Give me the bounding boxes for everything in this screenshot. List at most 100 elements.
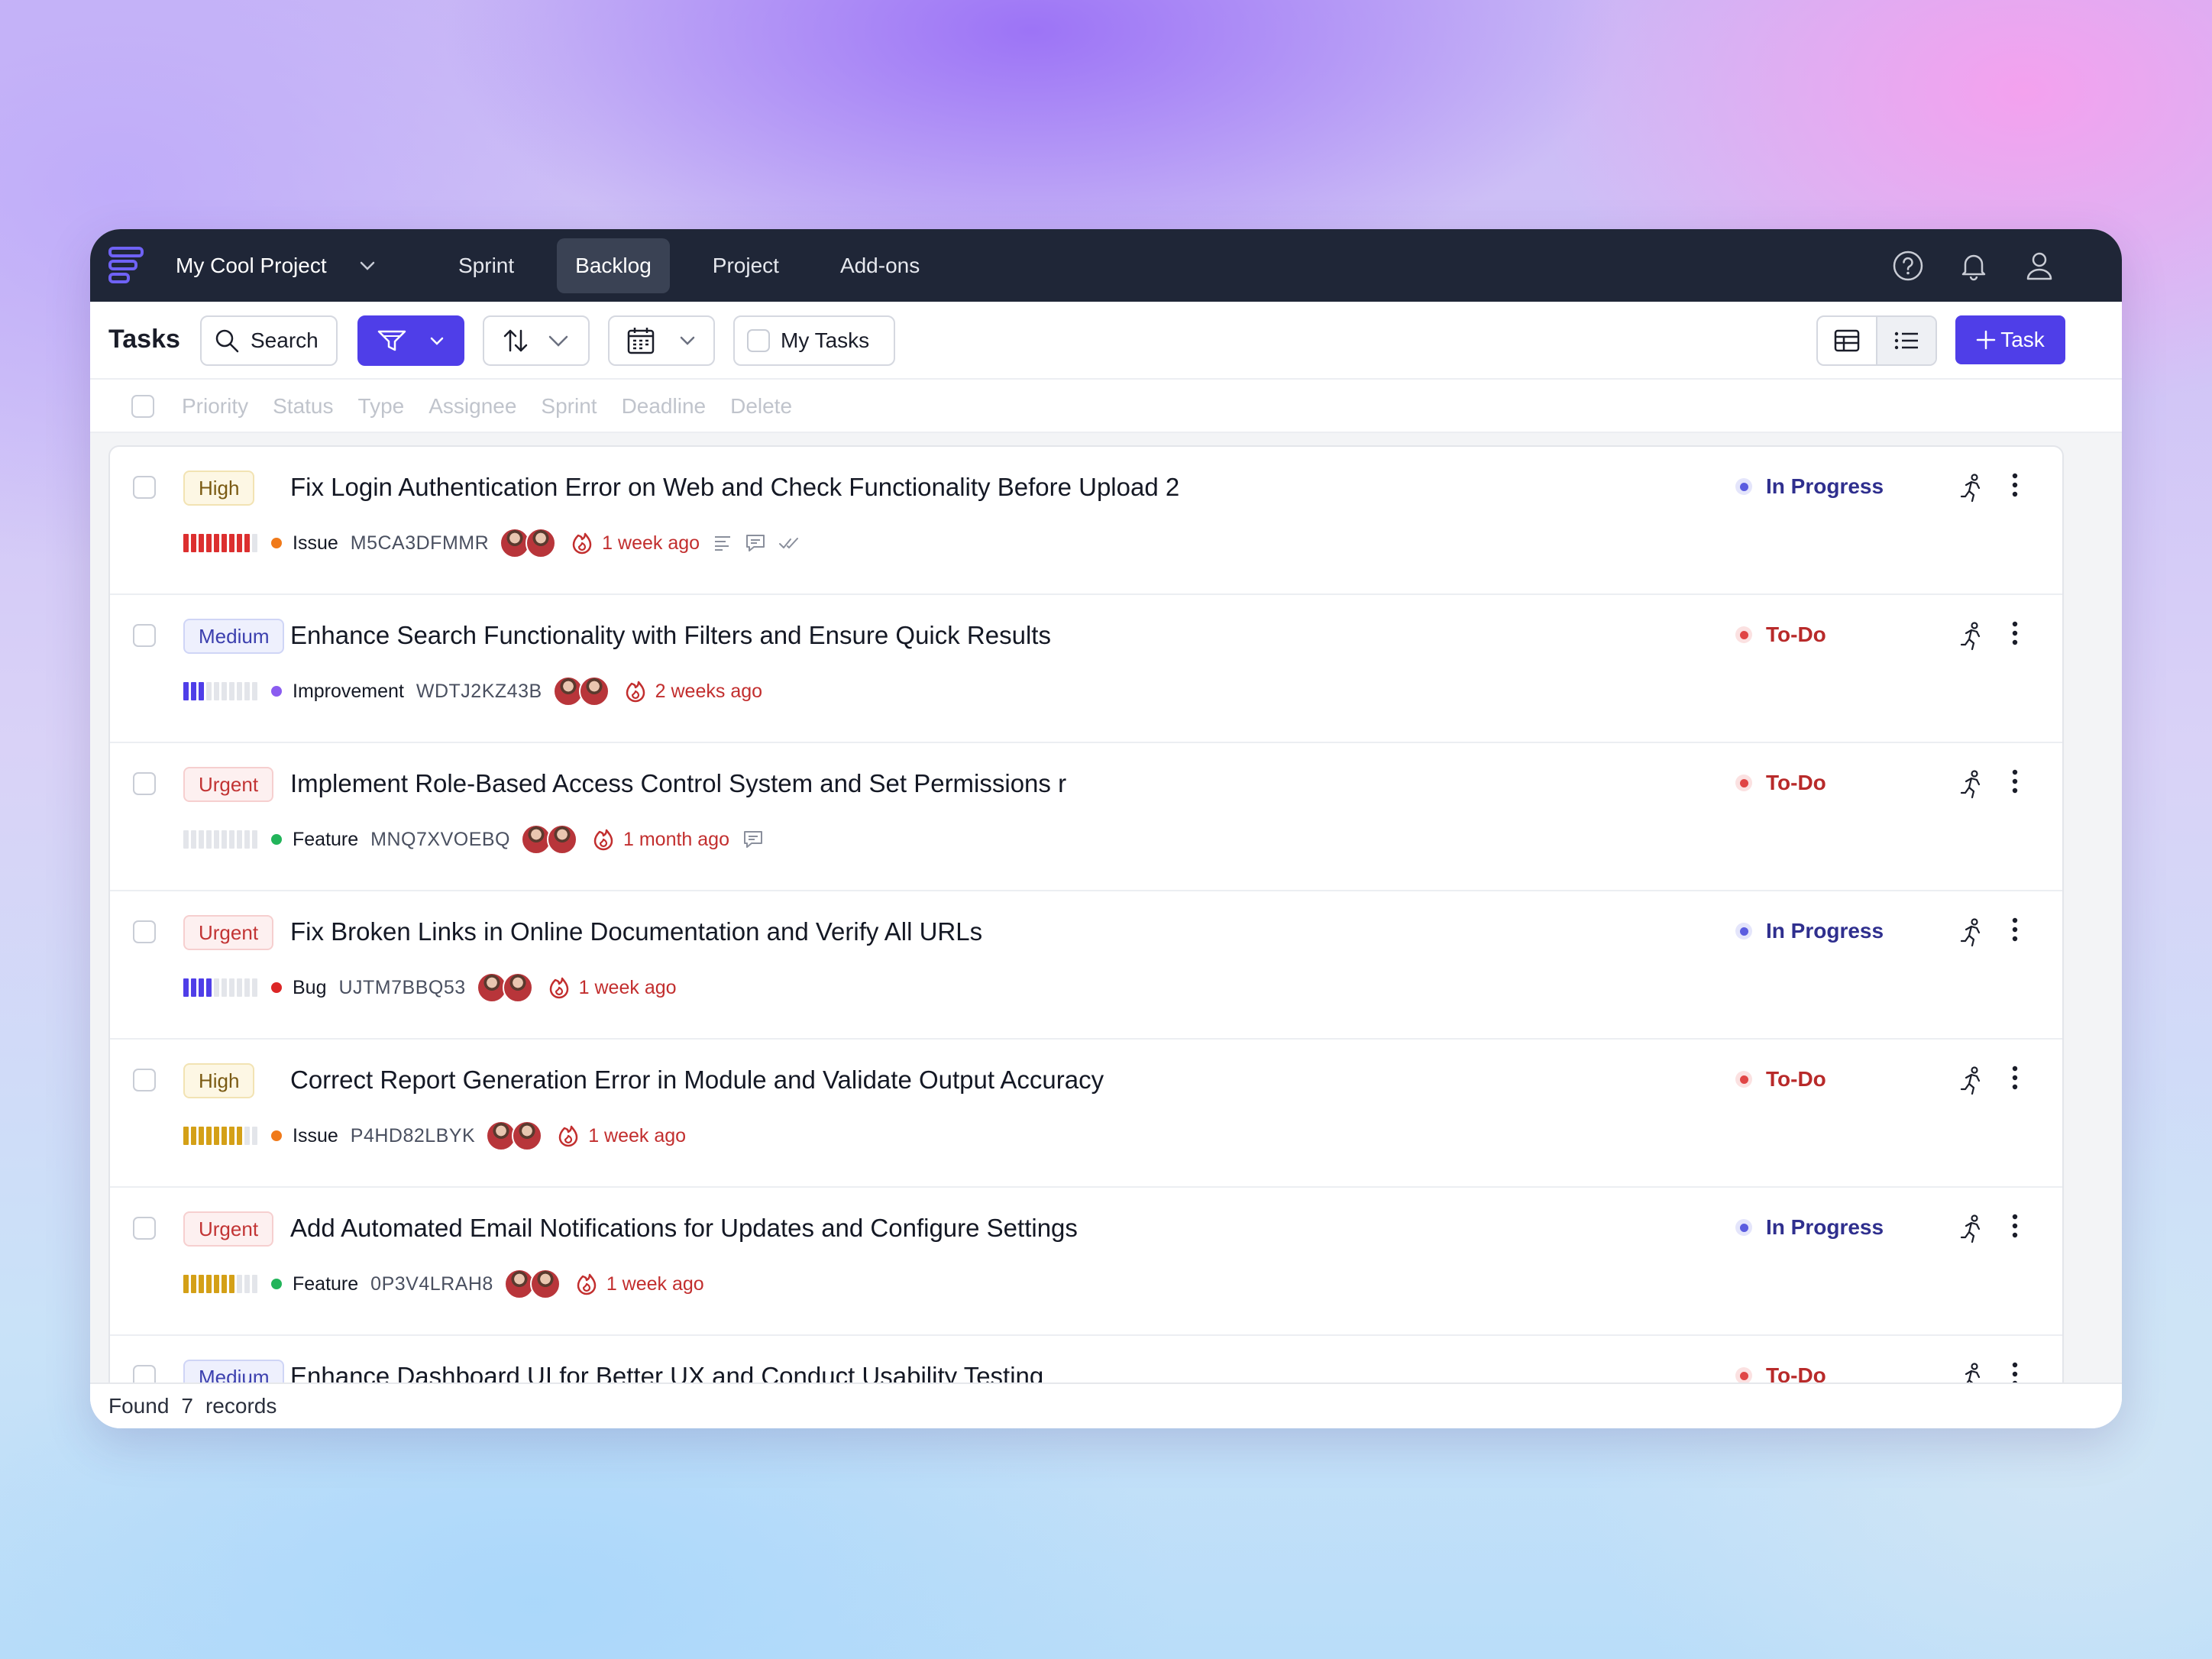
tab-sprint[interactable]: Sprint bbox=[440, 238, 532, 293]
status-badge[interactable]: In Progress bbox=[1735, 1211, 1884, 1244]
task-row[interactable]: Urgent Add Automated Email Notifications… bbox=[110, 1188, 2062, 1336]
bulk-assignee[interactable]: Assignee bbox=[428, 394, 516, 419]
task-row[interactable]: High Fix Login Authentication Error on W… bbox=[110, 447, 2062, 595]
bulk-priority[interactable]: Priority bbox=[182, 394, 248, 419]
select-all-checkbox[interactable] bbox=[131, 395, 154, 418]
running-person-icon[interactable] bbox=[1958, 621, 1986, 652]
more-vertical-icon[interactable] bbox=[2001, 1211, 2029, 1241]
assignee-avatars[interactable] bbox=[476, 971, 536, 1004]
more-vertical-icon[interactable] bbox=[2001, 470, 2029, 500]
status-badge[interactable]: In Progress bbox=[1735, 470, 1884, 503]
priority-badge[interactable]: Medium bbox=[183, 1360, 285, 1382]
status-badge[interactable]: To-Do bbox=[1735, 618, 1826, 652]
task-row[interactable]: High Correct Report Generation Error in … bbox=[110, 1040, 2062, 1188]
task-type: Improvement bbox=[293, 680, 404, 702]
progress-segment bbox=[183, 1275, 189, 1293]
priority-badge[interactable]: Urgent bbox=[183, 1211, 274, 1247]
app-logo-icon[interactable] bbox=[108, 246, 144, 284]
more-vertical-icon[interactable] bbox=[2001, 1062, 2029, 1093]
task-row[interactable]: Urgent Implement Role-Based Access Contr… bbox=[110, 743, 2062, 891]
table-view-button[interactable] bbox=[1818, 317, 1876, 364]
user-icon[interactable] bbox=[2023, 249, 2056, 283]
progress-segment bbox=[237, 1275, 242, 1293]
task-checkbox[interactable] bbox=[133, 1217, 156, 1240]
more-vertical-icon[interactable] bbox=[2001, 1359, 2029, 1382]
task-checkbox[interactable] bbox=[133, 1069, 156, 1091]
my-tasks-checkbox[interactable] bbox=[747, 329, 770, 352]
assignee-avatars[interactable] bbox=[486, 1119, 545, 1153]
add-task-button[interactable]: Task bbox=[1955, 315, 2065, 364]
bulk-deadline[interactable]: Deadline bbox=[622, 394, 707, 419]
task-type: Issue bbox=[293, 532, 338, 554]
filter-button[interactable] bbox=[357, 315, 464, 366]
running-person-icon[interactable] bbox=[1958, 1214, 1986, 1244]
running-person-icon[interactable] bbox=[1958, 917, 1986, 948]
status-badge[interactable]: To-Do bbox=[1735, 766, 1826, 800]
type-dot bbox=[271, 1279, 282, 1289]
list-view-button[interactable] bbox=[1876, 317, 1936, 364]
tab-project[interactable]: Project bbox=[694, 238, 797, 293]
running-person-icon[interactable] bbox=[1958, 1066, 1986, 1096]
priority-badge[interactable]: High bbox=[183, 471, 255, 506]
project-switcher[interactable]: My Cool Project bbox=[176, 229, 377, 302]
priority-badge[interactable]: Urgent bbox=[183, 767, 274, 802]
status-badge[interactable]: To-Do bbox=[1735, 1359, 1826, 1382]
running-person-icon[interactable] bbox=[1958, 1362, 1986, 1382]
task-checkbox[interactable] bbox=[133, 1365, 156, 1382]
my-tasks-toggle[interactable]: My Tasks bbox=[733, 315, 895, 366]
task-title[interactable]: Enhance Search Functionality with Filter… bbox=[290, 621, 1051, 650]
assignee-avatars[interactable] bbox=[552, 674, 613, 708]
tab-backlog[interactable]: Backlog bbox=[557, 238, 670, 293]
progress-bar bbox=[183, 534, 257, 552]
help-icon[interactable] bbox=[1891, 249, 1925, 283]
priority-badge[interactable]: Urgent bbox=[183, 915, 274, 950]
more-vertical-icon[interactable] bbox=[2001, 914, 2029, 945]
avatar bbox=[526, 528, 557, 558]
assignee-avatars[interactable] bbox=[503, 1267, 564, 1301]
priority-badge[interactable]: Medium bbox=[183, 619, 285, 654]
assignee-avatars[interactable] bbox=[521, 823, 580, 856]
status-text: To-Do bbox=[1766, 1067, 1826, 1091]
progress-segment bbox=[214, 682, 219, 700]
progress-segment bbox=[237, 978, 242, 997]
priority-badge[interactable]: High bbox=[183, 1063, 255, 1098]
bell-icon[interactable] bbox=[1957, 249, 1990, 283]
bulk-type[interactable]: Type bbox=[358, 394, 405, 419]
type-dot bbox=[271, 686, 282, 697]
running-person-icon[interactable] bbox=[1958, 473, 1986, 503]
task-row[interactable]: Medium Enhance Dashboard UI for Better U… bbox=[110, 1336, 2062, 1382]
task-checkbox[interactable] bbox=[133, 772, 156, 795]
checklist-icon bbox=[779, 538, 799, 548]
date-filter-button[interactable] bbox=[608, 315, 715, 366]
task-id: P4HD82LBYK bbox=[350, 1124, 476, 1146]
more-vertical-icon[interactable] bbox=[2001, 618, 2029, 648]
bulk-sprint[interactable]: Sprint bbox=[541, 394, 597, 419]
search-button[interactable]: Search bbox=[200, 315, 338, 366]
task-title[interactable]: Fix Broken Links in Online Documentation… bbox=[290, 917, 982, 946]
bulk-delete[interactable]: Delete bbox=[730, 394, 792, 419]
running-person-icon[interactable] bbox=[1958, 769, 1986, 800]
description-icon bbox=[715, 536, 731, 551]
task-title[interactable]: Add Automated Email Notifications for Up… bbox=[290, 1214, 1078, 1243]
task-title[interactable]: Enhance Dashboard UI for Better UX and C… bbox=[290, 1362, 1043, 1382]
task-row[interactable]: Medium Enhance Search Functionality with… bbox=[110, 595, 2062, 743]
list-icon bbox=[1894, 331, 1918, 350]
more-vertical-icon[interactable] bbox=[2001, 766, 2029, 797]
task-checkbox[interactable] bbox=[133, 624, 156, 647]
task-title[interactable]: Fix Login Authentication Error on Web an… bbox=[290, 473, 1179, 502]
task-title[interactable]: Correct Report Generation Error in Modul… bbox=[290, 1066, 1104, 1095]
tab-add-ons[interactable]: Add-ons bbox=[822, 238, 938, 293]
bulk-status[interactable]: Status bbox=[273, 394, 333, 419]
status-badge[interactable]: In Progress bbox=[1735, 914, 1884, 948]
sort-button[interactable] bbox=[483, 315, 590, 366]
avatar bbox=[502, 972, 533, 1003]
due-date: 1 week ago bbox=[558, 1124, 686, 1147]
task-checkbox[interactable] bbox=[133, 476, 156, 499]
status-badge[interactable]: To-Do bbox=[1735, 1062, 1826, 1096]
assignee-avatars[interactable] bbox=[500, 526, 559, 560]
task-row[interactable]: Urgent Fix Broken Links in Online Docume… bbox=[110, 891, 2062, 1040]
footer: Found 7 records bbox=[90, 1382, 2122, 1428]
progress-segment bbox=[183, 830, 189, 849]
task-title[interactable]: Implement Role-Based Access Control Syst… bbox=[290, 769, 1066, 798]
task-checkbox[interactable] bbox=[133, 920, 156, 943]
